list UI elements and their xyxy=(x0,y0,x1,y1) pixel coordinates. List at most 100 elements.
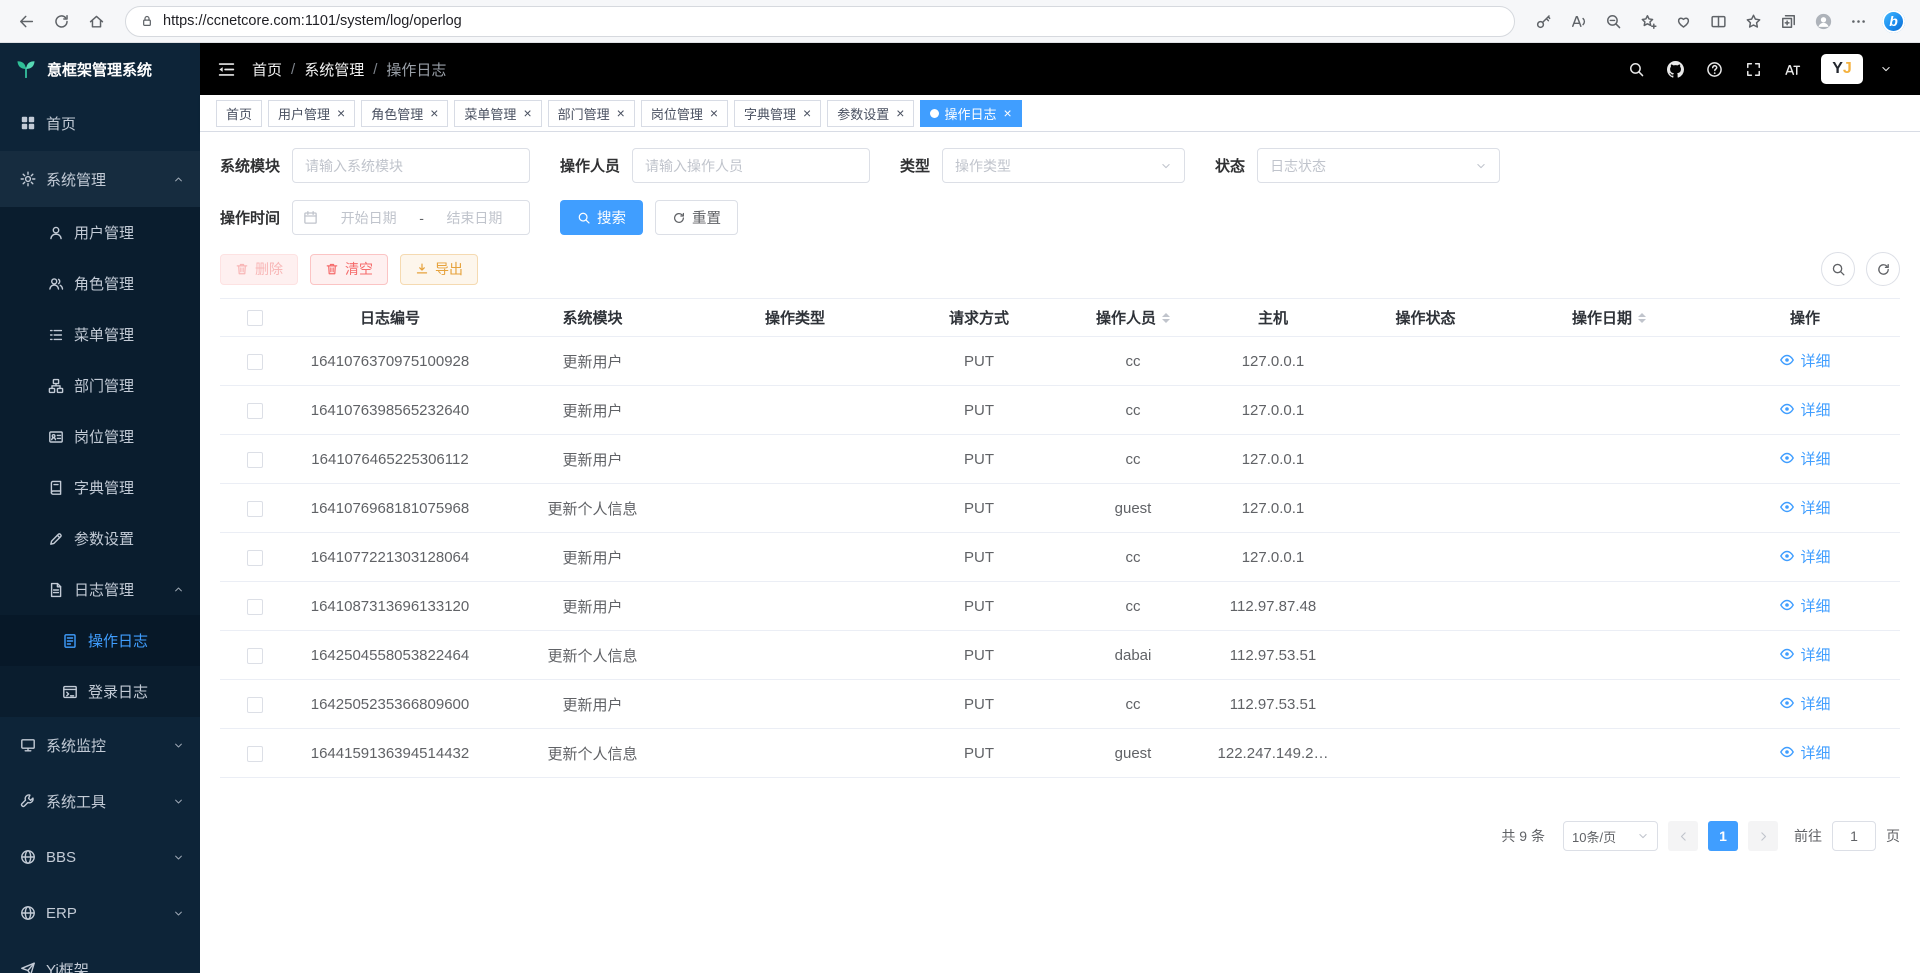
fullscreen-icon[interactable] xyxy=(1737,53,1770,86)
tab-close-icon[interactable]: × xyxy=(803,106,811,120)
sidebar-item-dept-management[interactable]: 部门管理 xyxy=(0,360,200,411)
home-icon[interactable] xyxy=(80,5,113,38)
tab-role-management[interactable]: 角色管理× xyxy=(361,100,448,127)
goto-page-input[interactable] xyxy=(1832,821,1876,851)
sidebar-item-erp[interactable]: ERP xyxy=(0,885,200,941)
detail-link[interactable]: 详细 xyxy=(1779,595,1830,616)
tab-operation-log[interactable]: 操作日志× xyxy=(920,100,1021,127)
tab-user-management[interactable]: 用户管理× xyxy=(268,100,355,127)
sidebar-item-param-settings[interactable]: 参数设置 xyxy=(0,513,200,564)
favorites-bar-icon[interactable] xyxy=(1737,5,1770,38)
page-number-button[interactable]: 1 xyxy=(1708,821,1738,851)
read-aloud-icon[interactable] xyxy=(1562,5,1595,38)
sidebar-item-system-tools[interactable]: 系统工具 xyxy=(0,773,200,829)
row-checkbox[interactable] xyxy=(247,746,263,762)
tab-close-icon[interactable]: × xyxy=(1003,106,1011,120)
tab-close-icon[interactable]: × xyxy=(523,106,531,120)
refresh-icon[interactable] xyxy=(45,5,78,38)
browser-essentials-icon[interactable] xyxy=(1667,5,1700,38)
tab-close-icon[interactable]: × xyxy=(896,106,904,120)
sidebar-item-home[interactable]: 首页 xyxy=(0,95,200,151)
sort-control[interactable] xyxy=(1162,309,1170,327)
prev-page-button[interactable] xyxy=(1668,821,1698,851)
page-size-select[interactable]: 10条/页 xyxy=(1563,821,1658,851)
row-checkbox[interactable] xyxy=(247,403,263,419)
sidebar-item-dict-management[interactable]: 字典管理 xyxy=(0,462,200,513)
sidebar-item-system-management[interactable]: 系统管理 xyxy=(0,151,200,207)
detail-link[interactable]: 详细 xyxy=(1779,546,1830,567)
detail-link[interactable]: 详细 xyxy=(1779,399,1830,420)
delete-button[interactable]: 删除 xyxy=(220,254,298,285)
module-input[interactable] xyxy=(292,148,530,183)
detail-link[interactable]: 详细 xyxy=(1779,497,1830,518)
font-size-icon[interactable] xyxy=(1776,53,1809,86)
user-avatar[interactable]: YJ xyxy=(1821,54,1863,84)
tab-close-icon[interactable]: × xyxy=(337,106,345,120)
sidebar-item-bbs[interactable]: BBS xyxy=(0,829,200,885)
split-screen-icon[interactable] xyxy=(1702,5,1735,38)
sidebar-item-system-monitor[interactable]: 系统监控 xyxy=(0,717,200,773)
clear-button[interactable]: 清空 xyxy=(310,254,388,285)
bing-icon[interactable]: b xyxy=(1877,5,1910,38)
tab-post-management[interactable]: 岗位管理× xyxy=(641,100,728,127)
next-page-button[interactable] xyxy=(1748,821,1778,851)
search-icon[interactable] xyxy=(1620,53,1653,86)
tab-dept-management[interactable]: 部门管理× xyxy=(548,100,635,127)
status-select[interactable]: 日志状态 xyxy=(1257,148,1500,183)
tab-dict-management[interactable]: 字典管理× xyxy=(734,100,821,127)
detail-link[interactable]: 详细 xyxy=(1779,644,1830,665)
tab-close-icon[interactable]: × xyxy=(617,106,625,120)
tab-close-icon[interactable]: × xyxy=(710,106,718,120)
row-checkbox[interactable] xyxy=(247,599,263,615)
menu-fold-icon[interactable] xyxy=(200,43,252,95)
cell-module: 更新个人信息 xyxy=(490,484,695,533)
row-checkbox[interactable] xyxy=(247,452,263,468)
date-range-picker[interactable]: 开始日期 - 结束日期 xyxy=(292,200,530,235)
more-icon[interactable] xyxy=(1842,5,1875,38)
sidebar-item-log-management[interactable]: 日志管理 xyxy=(0,564,200,615)
sidebar-item-post-management[interactable]: 岗位管理 xyxy=(0,411,200,462)
sidebar-item-login-log[interactable]: 登录日志 xyxy=(0,666,200,717)
chevron-down-icon[interactable] xyxy=(1869,53,1902,86)
sidebar-item-role-management[interactable]: 角色管理 xyxy=(0,258,200,309)
row-checkbox[interactable] xyxy=(247,501,263,517)
collections-icon[interactable] xyxy=(1772,5,1805,38)
row-checkbox[interactable] xyxy=(247,550,263,566)
tab-home[interactable]: 首页 xyxy=(216,100,262,127)
breadcrumb-separator: / xyxy=(373,61,377,78)
tab-close-icon[interactable]: × xyxy=(430,106,438,120)
breadcrumb-home[interactable]: 首页 xyxy=(252,59,282,80)
github-icon[interactable] xyxy=(1659,53,1692,86)
search-button[interactable]: 搜索 xyxy=(560,200,643,235)
select-all-checkbox[interactable] xyxy=(247,310,263,326)
row-checkbox[interactable] xyxy=(247,697,263,713)
sort-control[interactable] xyxy=(1638,309,1646,327)
detail-link[interactable]: 详细 xyxy=(1779,448,1830,469)
detail-link[interactable]: 详细 xyxy=(1779,693,1830,714)
back-icon[interactable] xyxy=(10,5,43,38)
table-search-toggle-button[interactable] xyxy=(1821,252,1855,286)
favorites-add-icon[interactable] xyxy=(1632,5,1665,38)
sidebar-item-yi-framework[interactable]: Yi框架 xyxy=(0,941,200,973)
detail-link[interactable]: 详细 xyxy=(1779,350,1830,371)
sidebar-item-menu-management[interactable]: 菜单管理 xyxy=(0,309,200,360)
zoom-out-icon[interactable] xyxy=(1597,5,1630,38)
type-select[interactable]: 操作类型 xyxy=(942,148,1185,183)
tab-param-settings[interactable]: 参数设置× xyxy=(827,100,914,127)
help-icon[interactable] xyxy=(1698,53,1731,86)
row-checkbox[interactable] xyxy=(247,354,263,370)
table-refresh-button[interactable] xyxy=(1866,252,1900,286)
breadcrumb-system-management[interactable]: 系统管理 xyxy=(304,59,364,80)
detail-link[interactable]: 详细 xyxy=(1779,742,1830,763)
url-bar[interactable]: https://ccnetcore.com:1101/system/log/op… xyxy=(125,6,1515,37)
key-icon[interactable] xyxy=(1527,5,1560,38)
operator-input[interactable] xyxy=(632,148,870,183)
reset-button[interactable]: 重置 xyxy=(655,200,738,235)
export-button[interactable]: 导出 xyxy=(400,254,478,285)
profile-avatar-icon[interactable] xyxy=(1807,5,1840,38)
sidebar-item-operation-log[interactable]: 操作日志 xyxy=(0,615,200,666)
row-checkbox[interactable] xyxy=(247,648,263,664)
sidebar-item-user-management[interactable]: 用户管理 xyxy=(0,207,200,258)
tab-menu-management[interactable]: 菜单管理× xyxy=(454,100,541,127)
chevron-down-icon xyxy=(1637,830,1649,842)
